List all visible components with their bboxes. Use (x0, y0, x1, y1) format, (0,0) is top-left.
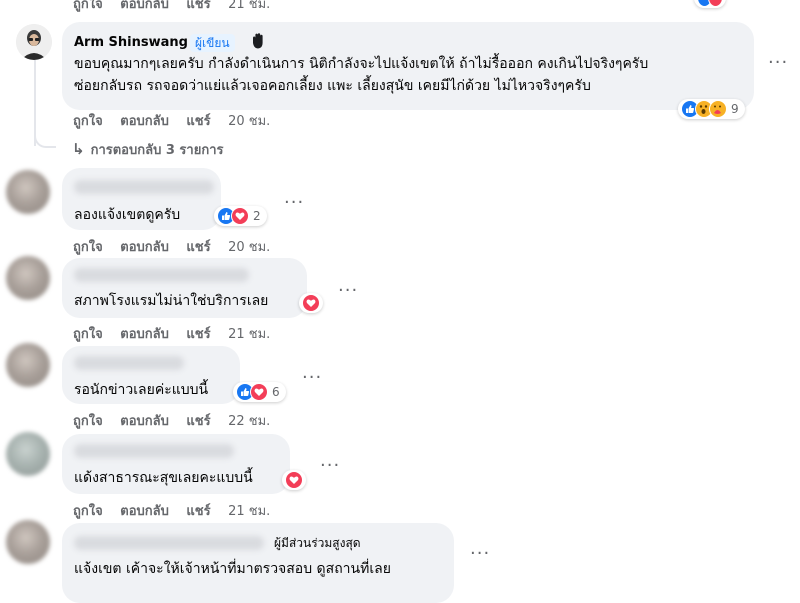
reply-action[interactable]: ตอบกลับ (120, 114, 169, 129)
comment-author[interactable]: Arm Shinswang (74, 35, 188, 50)
love-icon (708, 0, 723, 7)
share-action[interactable]: แชร์ (186, 414, 210, 429)
comment-text: รอนักข่าวเลยค่ะแบบนี้ (74, 382, 209, 398)
avatar-image (16, 24, 52, 60)
love-icon (285, 471, 303, 489)
more-options-icon[interactable]: ··· (768, 54, 788, 72)
blurred-author-name (74, 536, 264, 550)
more-options-icon[interactable]: ··· (338, 282, 358, 300)
more-options-icon[interactable]: ··· (302, 369, 322, 387)
like-action[interactable]: ถูกใจ (73, 504, 103, 519)
comment-actions: ถูกใจ ตอบกลับ แชร์ 20 ชม. (73, 236, 283, 257)
share-action[interactable]: แชร์ (186, 0, 210, 12)
comment-actions: ถูกใจ ตอบกลับ แชร์ 21 ชม. (73, 500, 283, 521)
comment-text: แด้งสาธารณะสุขเลยคะแบบนี้ (74, 470, 253, 486)
blurred-author-name (74, 444, 234, 458)
reaction-summary[interactable] (299, 293, 323, 313)
like-action[interactable]: ถูกใจ (73, 0, 103, 12)
author-badge: ผู้เขียน (190, 34, 235, 52)
like-action[interactable]: ถูกใจ (73, 240, 103, 255)
share-action[interactable]: แชร์ (186, 504, 210, 519)
reaction-summary[interactable]: 2 (214, 206, 267, 226)
comment-time[interactable]: 20 ชม. (228, 240, 270, 255)
share-action[interactable]: แชร์ (186, 114, 210, 129)
blurred-author-name (74, 268, 249, 282)
thread-curve (34, 130, 56, 148)
love-icon (302, 294, 320, 312)
comment-text-line-2: ซ่อยกลับรถ รถจอดว่าแย่แล้วเจอคอกเลี้ยง แ… (74, 78, 591, 94)
hand-icon (249, 32, 267, 50)
love-icon (250, 383, 268, 401)
reaction-count: 6 (272, 385, 280, 399)
view-replies-link[interactable]: ↳ การตอบกลับ 3 รายการ (72, 139, 223, 160)
avatar[interactable] (16, 24, 52, 60)
prev-reaction-pill[interactable] (694, 0, 726, 8)
reply-action[interactable]: ตอบกลับ (120, 0, 169, 12)
more-options-icon[interactable]: ··· (320, 457, 340, 475)
replies-label: การตอบกลับ 3 รายการ (90, 143, 224, 158)
share-action[interactable]: แชร์ (186, 327, 210, 342)
comment-text: ลองแจ้งเขตดูครับ (74, 207, 181, 223)
reply-action[interactable]: ตอบกลับ (120, 504, 169, 519)
comment-text: แจ้งเขต เค้าจะให้เจ้าหน้าที่มาตรวจสอบ ดู… (74, 561, 391, 577)
avatar[interactable] (6, 520, 50, 564)
comment-actions: ถูกใจ ตอบกลับ แชร์ 21 ชม. (73, 323, 283, 344)
comment-time[interactable]: 21 ชม. (228, 0, 270, 12)
reply-arrow-icon: ↳ (72, 140, 85, 158)
blurred-author-name (74, 180, 214, 194)
comment-actions: ถูกใจ ตอบกลับ แชร์ 22 ชม. (73, 410, 283, 431)
like-action[interactable]: ถูกใจ (73, 327, 103, 342)
reaction-summary[interactable]: 6 (233, 382, 286, 402)
reaction-count: 2 (253, 209, 261, 223)
avatar[interactable] (6, 432, 50, 476)
comment-time[interactable]: 22 ชม. (228, 414, 270, 429)
reply-action[interactable]: ตอบกลับ (120, 240, 169, 255)
comment-actions: ถูกใจ ตอบกลับ แชร์ 20 ชม. (73, 110, 283, 131)
avatar[interactable] (6, 170, 50, 214)
reply-action[interactable]: ตอบกลับ (120, 414, 169, 429)
like-action[interactable]: ถูกใจ (73, 414, 103, 429)
love-icon (231, 207, 249, 225)
care-icon (709, 100, 727, 118)
reaction-count: 9 (731, 102, 739, 116)
comment-time[interactable]: 20 ชม. (228, 114, 270, 129)
comment-text-line-1: ขอบคุณมากๆเลยครับ กำลังดำเนินการ นิติกำล… (74, 56, 649, 72)
reaction-summary[interactable] (282, 470, 306, 490)
share-action[interactable]: แชร์ (186, 240, 210, 255)
top-contributor-badge: ผู้มีส่วนร่วมสูงสุด (274, 536, 361, 550)
reaction-summary[interactable]: 9 (678, 99, 745, 119)
avatar[interactable] (6, 343, 50, 387)
prev-comment-actions: ถูกใจ ตอบกลับ แชร์ 21 ชม. (73, 0, 283, 14)
comment-time[interactable]: 21 ชม. (228, 504, 270, 519)
like-action[interactable]: ถูกใจ (73, 114, 103, 129)
comment-time[interactable]: 21 ชม. (228, 327, 270, 342)
more-options-icon[interactable]: ··· (470, 545, 490, 563)
blurred-author-name (74, 356, 184, 370)
more-options-icon[interactable]: ··· (284, 194, 304, 212)
reply-action[interactable]: ตอบกลับ (120, 327, 169, 342)
comment-text: สภาพโรงแรมไม่น่าใช่บริการเลย (74, 293, 269, 309)
avatar[interactable] (6, 256, 50, 300)
